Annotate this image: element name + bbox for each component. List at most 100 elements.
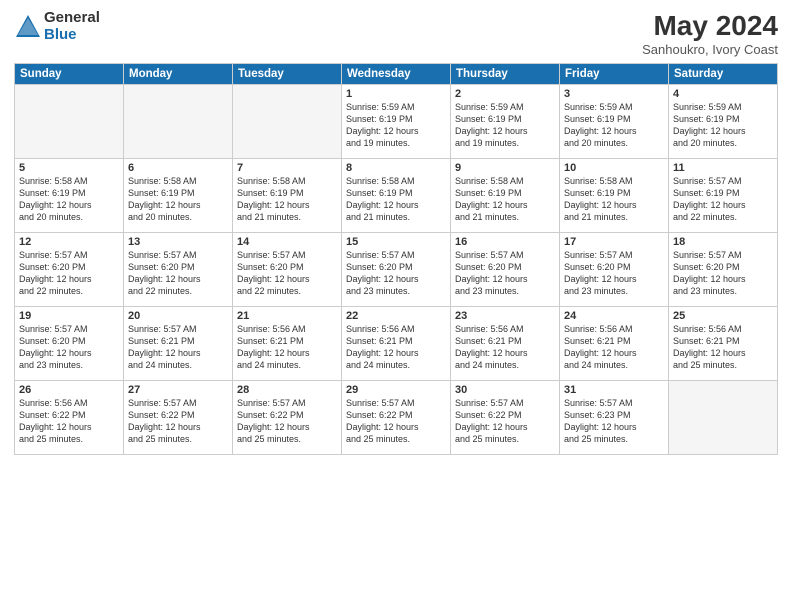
calendar-week-row: 26Sunrise: 5:56 AM Sunset: 6:22 PM Dayli… xyxy=(15,381,778,455)
calendar-week-row: 1Sunrise: 5:59 AM Sunset: 6:19 PM Daylig… xyxy=(15,85,778,159)
calendar-day-header: Sunday xyxy=(15,64,124,85)
calendar-week-row: 12Sunrise: 5:57 AM Sunset: 6:20 PM Dayli… xyxy=(15,233,778,307)
calendar-cell: 6Sunrise: 5:58 AM Sunset: 6:19 PM Daylig… xyxy=(124,159,233,233)
day-number: 22 xyxy=(346,310,446,322)
day-info: Sunrise: 5:56 AM Sunset: 6:22 PM Dayligh… xyxy=(19,397,119,446)
calendar-cell: 23Sunrise: 5:56 AM Sunset: 6:21 PM Dayli… xyxy=(451,307,560,381)
calendar-cell: 20Sunrise: 5:57 AM Sunset: 6:21 PM Dayli… xyxy=(124,307,233,381)
calendar-cell: 11Sunrise: 5:57 AM Sunset: 6:19 PM Dayli… xyxy=(669,159,778,233)
calendar-day-header: Friday xyxy=(560,64,669,85)
day-number: 31 xyxy=(564,384,664,396)
calendar-cell: 15Sunrise: 5:57 AM Sunset: 6:20 PM Dayli… xyxy=(342,233,451,307)
day-number: 30 xyxy=(455,384,555,396)
calendar-cell: 21Sunrise: 5:56 AM Sunset: 6:21 PM Dayli… xyxy=(233,307,342,381)
day-number: 20 xyxy=(128,310,228,322)
day-number: 11 xyxy=(673,162,773,174)
day-info: Sunrise: 5:58 AM Sunset: 6:19 PM Dayligh… xyxy=(346,175,446,224)
day-info: Sunrise: 5:59 AM Sunset: 6:19 PM Dayligh… xyxy=(346,101,446,150)
calendar-cell: 29Sunrise: 5:57 AM Sunset: 6:22 PM Dayli… xyxy=(342,381,451,455)
day-info: Sunrise: 5:59 AM Sunset: 6:19 PM Dayligh… xyxy=(673,101,773,150)
day-info: Sunrise: 5:56 AM Sunset: 6:21 PM Dayligh… xyxy=(673,323,773,372)
day-number: 14 xyxy=(237,236,337,248)
header: General Blue May 2024 Sanhoukro, Ivory C… xyxy=(14,10,778,57)
title-block: May 2024 Sanhoukro, Ivory Coast xyxy=(642,10,778,57)
calendar-cell: 12Sunrise: 5:57 AM Sunset: 6:20 PM Dayli… xyxy=(15,233,124,307)
calendar-day-header: Thursday xyxy=(451,64,560,85)
calendar-week-row: 5Sunrise: 5:58 AM Sunset: 6:19 PM Daylig… xyxy=(15,159,778,233)
logo: General Blue xyxy=(14,10,100,43)
calendar-day-header: Wednesday xyxy=(342,64,451,85)
day-number: 1 xyxy=(346,88,446,100)
day-number: 10 xyxy=(564,162,664,174)
calendar-cell: 2Sunrise: 5:59 AM Sunset: 6:19 PM Daylig… xyxy=(451,85,560,159)
calendar-week-row: 19Sunrise: 5:57 AM Sunset: 6:20 PM Dayli… xyxy=(15,307,778,381)
day-info: Sunrise: 5:56 AM Sunset: 6:21 PM Dayligh… xyxy=(564,323,664,372)
calendar-cell: 25Sunrise: 5:56 AM Sunset: 6:21 PM Dayli… xyxy=(669,307,778,381)
day-number: 28 xyxy=(237,384,337,396)
calendar-cell xyxy=(15,85,124,159)
calendar-cell: 3Sunrise: 5:59 AM Sunset: 6:19 PM Daylig… xyxy=(560,85,669,159)
day-info: Sunrise: 5:57 AM Sunset: 6:20 PM Dayligh… xyxy=(237,249,337,298)
logo-blue: Blue xyxy=(44,27,100,44)
main-title: May 2024 xyxy=(642,10,778,42)
calendar-cell: 4Sunrise: 5:59 AM Sunset: 6:19 PM Daylig… xyxy=(669,85,778,159)
day-number: 4 xyxy=(673,88,773,100)
calendar-cell: 24Sunrise: 5:56 AM Sunset: 6:21 PM Dayli… xyxy=(560,307,669,381)
day-number: 23 xyxy=(455,310,555,322)
day-info: Sunrise: 5:57 AM Sunset: 6:20 PM Dayligh… xyxy=(455,249,555,298)
day-number: 15 xyxy=(346,236,446,248)
day-info: Sunrise: 5:58 AM Sunset: 6:19 PM Dayligh… xyxy=(564,175,664,224)
day-info: Sunrise: 5:57 AM Sunset: 6:21 PM Dayligh… xyxy=(128,323,228,372)
day-info: Sunrise: 5:57 AM Sunset: 6:20 PM Dayligh… xyxy=(346,249,446,298)
day-number: 19 xyxy=(19,310,119,322)
day-info: Sunrise: 5:58 AM Sunset: 6:19 PM Dayligh… xyxy=(237,175,337,224)
day-number: 21 xyxy=(237,310,337,322)
calendar-cell: 16Sunrise: 5:57 AM Sunset: 6:20 PM Dayli… xyxy=(451,233,560,307)
calendar-cell: 13Sunrise: 5:57 AM Sunset: 6:20 PM Dayli… xyxy=(124,233,233,307)
day-info: Sunrise: 5:56 AM Sunset: 6:21 PM Dayligh… xyxy=(346,323,446,372)
calendar-cell: 7Sunrise: 5:58 AM Sunset: 6:19 PM Daylig… xyxy=(233,159,342,233)
day-number: 7 xyxy=(237,162,337,174)
day-info: Sunrise: 5:59 AM Sunset: 6:19 PM Dayligh… xyxy=(564,101,664,150)
calendar-cell: 17Sunrise: 5:57 AM Sunset: 6:20 PM Dayli… xyxy=(560,233,669,307)
day-number: 17 xyxy=(564,236,664,248)
subtitle: Sanhoukro, Ivory Coast xyxy=(642,42,778,57)
day-info: Sunrise: 5:56 AM Sunset: 6:21 PM Dayligh… xyxy=(237,323,337,372)
day-info: Sunrise: 5:57 AM Sunset: 6:22 PM Dayligh… xyxy=(237,397,337,446)
day-info: Sunrise: 5:58 AM Sunset: 6:19 PM Dayligh… xyxy=(19,175,119,224)
calendar-cell xyxy=(669,381,778,455)
day-info: Sunrise: 5:57 AM Sunset: 6:22 PM Dayligh… xyxy=(128,397,228,446)
day-info: Sunrise: 5:57 AM Sunset: 6:20 PM Dayligh… xyxy=(128,249,228,298)
calendar: SundayMondayTuesdayWednesdayThursdayFrid… xyxy=(14,63,778,455)
day-info: Sunrise: 5:56 AM Sunset: 6:21 PM Dayligh… xyxy=(455,323,555,372)
day-info: Sunrise: 5:57 AM Sunset: 6:20 PM Dayligh… xyxy=(564,249,664,298)
calendar-cell: 14Sunrise: 5:57 AM Sunset: 6:20 PM Dayli… xyxy=(233,233,342,307)
calendar-day-header: Tuesday xyxy=(233,64,342,85)
calendar-cell: 22Sunrise: 5:56 AM Sunset: 6:21 PM Dayli… xyxy=(342,307,451,381)
calendar-cell: 30Sunrise: 5:57 AM Sunset: 6:22 PM Dayli… xyxy=(451,381,560,455)
calendar-cell: 19Sunrise: 5:57 AM Sunset: 6:20 PM Dayli… xyxy=(15,307,124,381)
day-number: 5 xyxy=(19,162,119,174)
calendar-cell: 28Sunrise: 5:57 AM Sunset: 6:22 PM Dayli… xyxy=(233,381,342,455)
calendar-day-header: Monday xyxy=(124,64,233,85)
day-number: 29 xyxy=(346,384,446,396)
day-number: 3 xyxy=(564,88,664,100)
calendar-cell xyxy=(124,85,233,159)
day-info: Sunrise: 5:59 AM Sunset: 6:19 PM Dayligh… xyxy=(455,101,555,150)
day-info: Sunrise: 5:57 AM Sunset: 6:19 PM Dayligh… xyxy=(673,175,773,224)
calendar-cell xyxy=(233,85,342,159)
day-number: 9 xyxy=(455,162,555,174)
logo-general: General xyxy=(44,10,100,27)
day-number: 25 xyxy=(673,310,773,322)
day-number: 24 xyxy=(564,310,664,322)
day-number: 16 xyxy=(455,236,555,248)
calendar-header-row: SundayMondayTuesdayWednesdayThursdayFrid… xyxy=(15,64,778,85)
day-info: Sunrise: 5:57 AM Sunset: 6:20 PM Dayligh… xyxy=(19,249,119,298)
calendar-cell: 18Sunrise: 5:57 AM Sunset: 6:20 PM Dayli… xyxy=(669,233,778,307)
day-number: 6 xyxy=(128,162,228,174)
calendar-cell: 5Sunrise: 5:58 AM Sunset: 6:19 PM Daylig… xyxy=(15,159,124,233)
day-number: 18 xyxy=(673,236,773,248)
day-number: 2 xyxy=(455,88,555,100)
calendar-cell: 26Sunrise: 5:56 AM Sunset: 6:22 PM Dayli… xyxy=(15,381,124,455)
day-info: Sunrise: 5:57 AM Sunset: 6:20 PM Dayligh… xyxy=(673,249,773,298)
